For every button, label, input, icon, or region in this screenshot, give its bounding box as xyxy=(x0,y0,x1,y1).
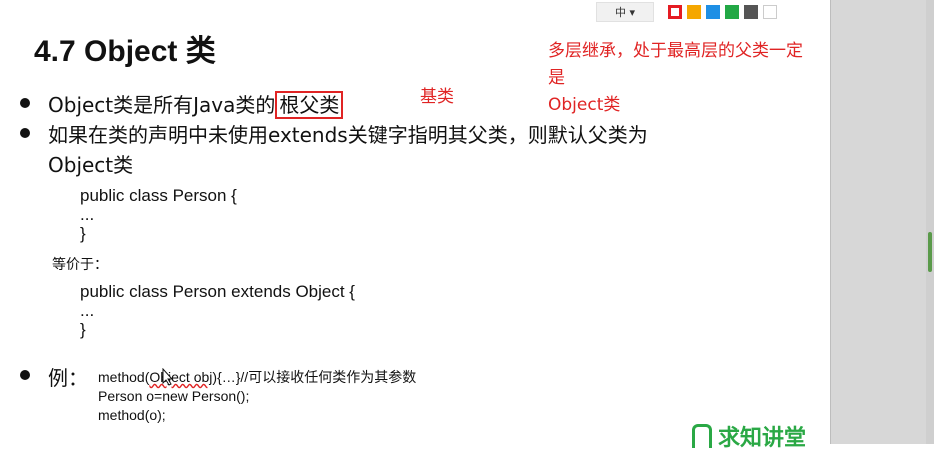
code-line: } xyxy=(80,224,86,243)
logo: 求知讲堂 xyxy=(692,420,806,452)
bullet-3: 例： xyxy=(20,362,88,391)
example-line-1b: Object obj xyxy=(149,369,213,385)
handwritten-note: 多层继承，处于最高层的父类一定是 Object类 xyxy=(548,38,808,119)
code-block-2: public class Person extends Object { ...… xyxy=(80,282,355,339)
bullet-dot xyxy=(20,98,30,108)
bullet-1-text: Object类是所有Java类的 xyxy=(48,93,276,117)
code-line: ... xyxy=(80,301,95,320)
code-line: } xyxy=(80,320,86,339)
color-swatch-blue[interactable] xyxy=(706,5,720,19)
color-swatches xyxy=(668,5,777,19)
note-line-1: 多层继承，处于最高层的父类一定是 xyxy=(548,41,803,88)
ime-indicator[interactable]: 中 ▾ xyxy=(596,2,654,22)
example-line-3: method(o); xyxy=(98,407,166,423)
scrollbar[interactable] xyxy=(926,0,934,444)
annotation-base-class: 基类 xyxy=(420,87,454,107)
code-line: ... xyxy=(80,205,95,224)
code-block-1: public class Person { ... } xyxy=(80,186,237,243)
bullet-1: Object类是所有Java类的 根父类 xyxy=(20,90,344,120)
code-line: public class Person extends Object { xyxy=(80,282,355,301)
bullet-dot xyxy=(20,370,30,380)
example-line-1a: method( xyxy=(98,369,150,385)
code-line: public class Person { xyxy=(80,186,237,205)
logo-icon xyxy=(692,424,712,448)
example-line-1c: ){…}//可以接收任何类作为其参数 xyxy=(212,369,417,385)
bullet-2-line-1: 如果在类的声明中未使用extends关键字指明其父类，则默认父类为 xyxy=(48,123,648,147)
scroll-thumb[interactable] xyxy=(928,232,932,272)
equivalent-label: 等价于： xyxy=(52,257,108,273)
color-swatch-gray[interactable] xyxy=(744,5,758,19)
note-line-2: Object类 xyxy=(548,95,621,115)
root-parent-boxed: 根父类 xyxy=(275,91,344,119)
bullet-2-line-2: Object类 xyxy=(48,153,134,177)
color-swatch-green[interactable] xyxy=(725,5,739,19)
color-swatch-orange[interactable] xyxy=(687,5,701,19)
bullet-dot xyxy=(20,128,30,138)
slide: 中 ▾ 4.7 Object 类 多层继承，处于最高层的父类一定是 Object… xyxy=(0,0,830,451)
example-code: method(Object obj){…}//可以接收任何类作为其参数 Pers… xyxy=(98,368,416,425)
example-line-2: Person o=new Person(); xyxy=(98,388,250,404)
bullet-2: 如果在类的声明中未使用extends关键字指明其父类，则默认父类为 Object… xyxy=(20,120,648,180)
example-label: 例： xyxy=(48,366,88,390)
color-swatch-red[interactable] xyxy=(668,5,682,19)
side-panel xyxy=(830,0,934,444)
logo-text: 求知讲堂 xyxy=(718,426,807,451)
mouse-cursor-icon xyxy=(162,368,174,386)
slide-title: 4.7 Object 类 xyxy=(34,35,216,68)
color-swatch-white[interactable] xyxy=(763,5,777,19)
pen-toolbar: 中 ▾ xyxy=(596,2,777,22)
